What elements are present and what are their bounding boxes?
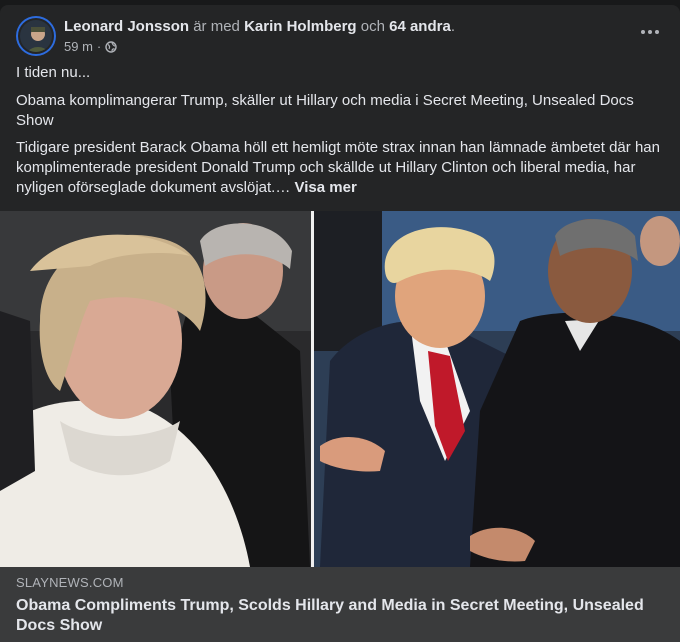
and-text: och — [360, 18, 385, 35]
with-text: är med — [193, 18, 240, 35]
post-header: Leonard Jonsson är med Karin Holmberg oc… — [16, 16, 664, 60]
news-photo — [0, 211, 680, 567]
period: . — [450, 18, 455, 35]
post-card: Leonard Jonsson är med Karin Holmberg oc… — [0, 5, 680, 642]
globe-icon[interactable] — [105, 41, 117, 53]
link-preview[interactable]: SLAYNEWS.COM Obama Compliments Trump, Sc… — [0, 567, 680, 642]
timestamp[interactable]: 59 m — [64, 39, 93, 55]
post-text-headline: Obama komplimangerar Trump, skäller ut H… — [16, 92, 634, 129]
post-meta: 59 m · — [64, 39, 117, 55]
more-options-icon[interactable] — [636, 22, 664, 42]
tagged-friend[interactable]: Karin Holmberg — [244, 18, 357, 35]
see-more-link[interactable]: Visa mer — [295, 179, 357, 196]
author-name[interactable]: Leonard Jonsson — [64, 18, 189, 35]
post-text-line: I tiden nu... — [16, 64, 91, 81]
avatar-image — [20, 20, 52, 52]
others-link[interactable]: 64 andra — [389, 18, 451, 35]
avatar[interactable] — [16, 16, 56, 56]
separator: · — [96, 39, 102, 54]
link-domain: SLAYNEWS.COM — [16, 575, 124, 590]
author-line: Leonard Jonsson är med Karin Holmberg oc… — [64, 17, 455, 37]
post-text-body: Tidigare president Barack Obama höll ett… — [16, 138, 660, 198]
link-title[interactable]: Obama Compliments Trump, Scolds Hillary … — [16, 596, 664, 636]
link-image[interactable] — [0, 211, 680, 567]
